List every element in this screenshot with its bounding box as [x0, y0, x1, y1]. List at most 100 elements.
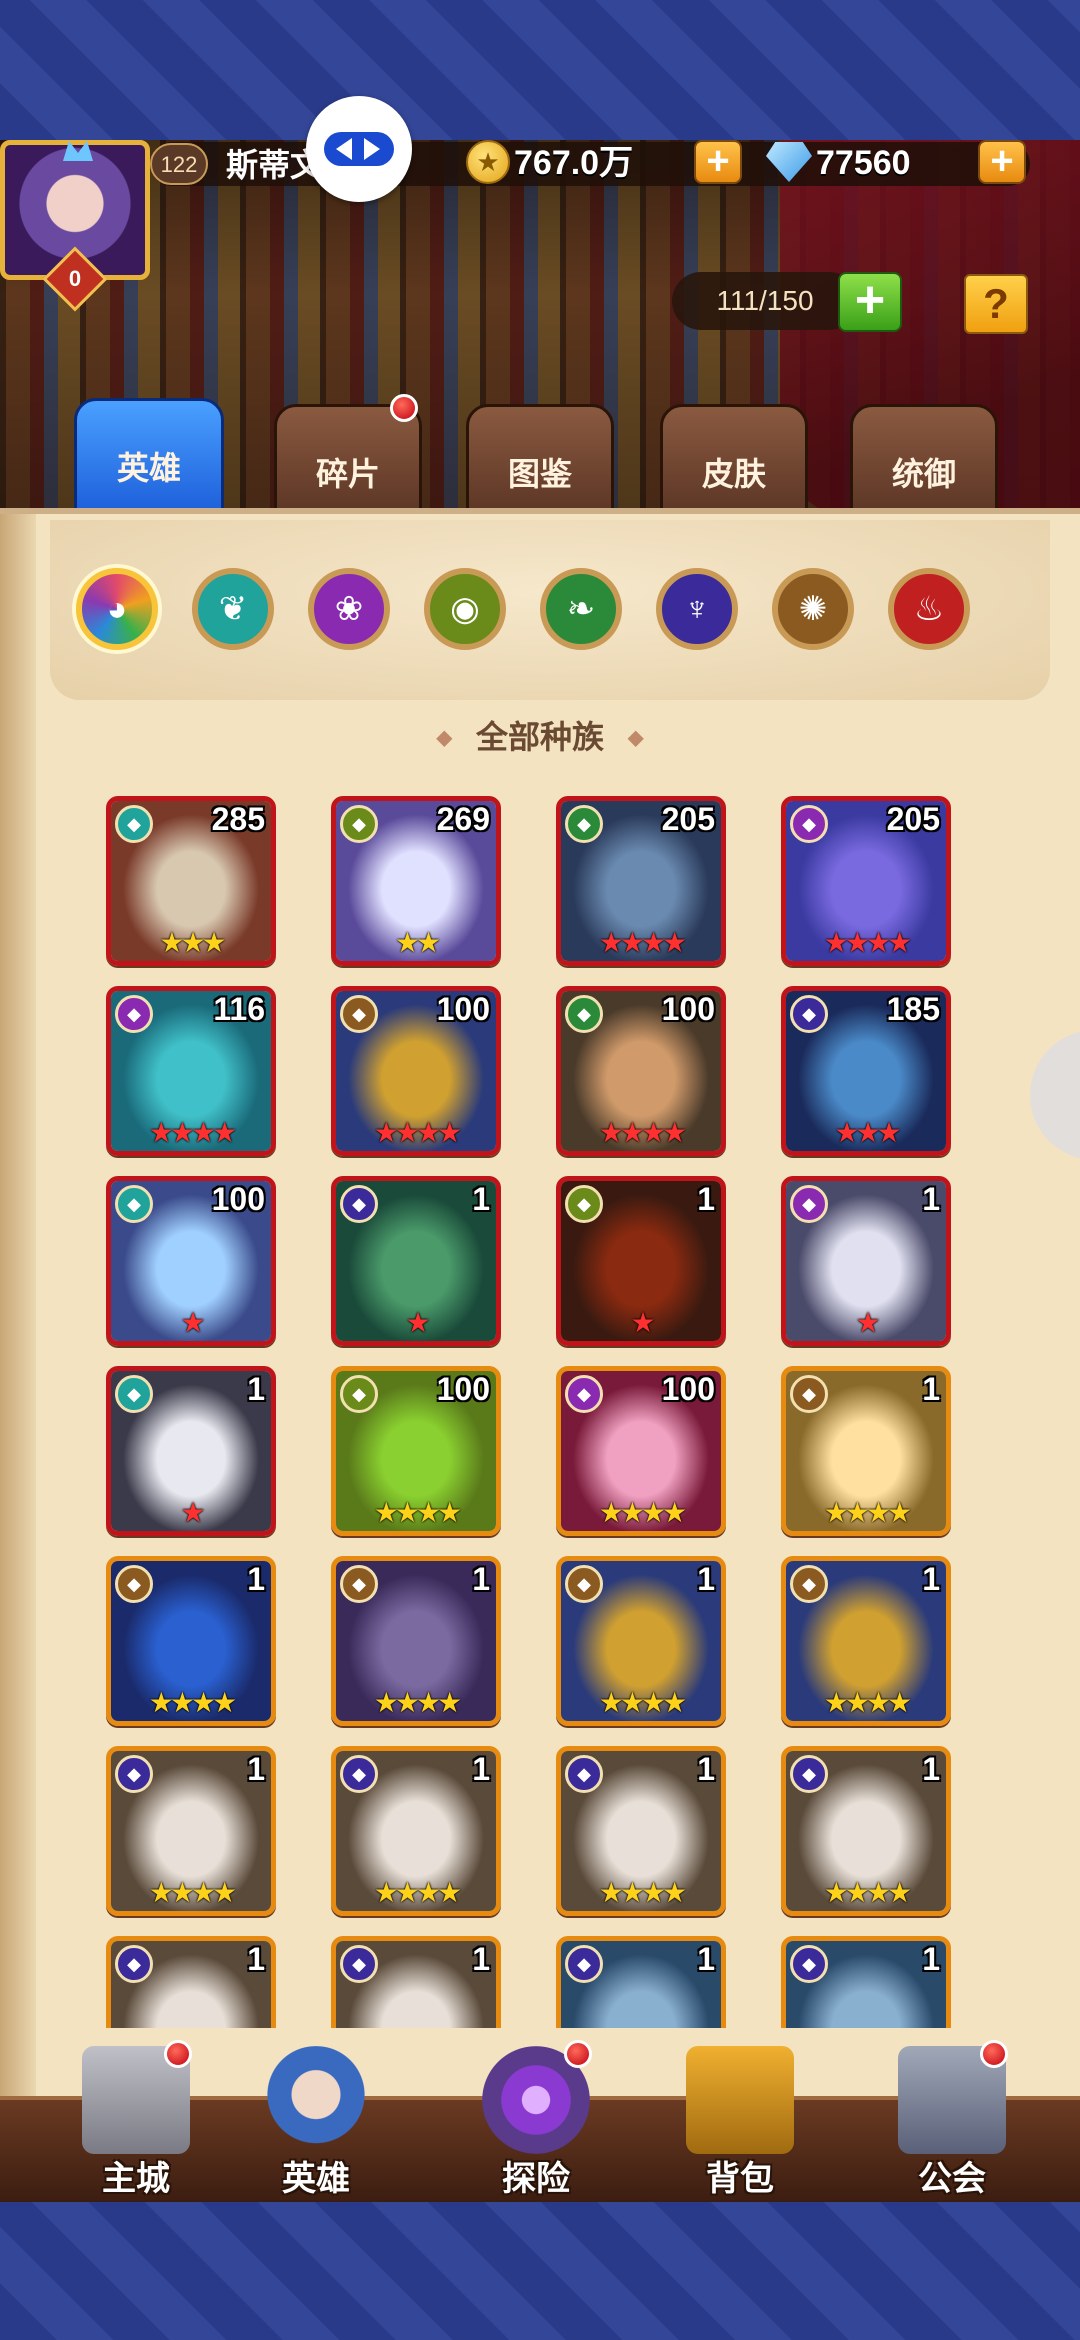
hero-stars: ★★★★: [823, 1687, 912, 1718]
nav-label: 公会: [918, 2160, 986, 2198]
nav-item-guild-tower[interactable]: 公会: [872, 2040, 1032, 2200]
hero-card[interactable]: ◆ 100 ★★★★: [556, 986, 726, 1156]
nav-label: 背包: [706, 2160, 774, 2198]
hero-stars: ★: [855, 1307, 880, 1338]
hero-card[interactable]: ◆ 1 ★: [106, 1366, 276, 1536]
nav-item-castle[interactable]: 主城: [56, 2040, 216, 2200]
hero-card[interactable]: ◆ 1 ★★★★: [781, 1366, 951, 1536]
hero-card[interactable]: ◆ 1 ★: [781, 1176, 951, 1346]
faction-badge-icon: ◆: [565, 1375, 603, 1413]
hero-card[interactable]: ◆ 1 ★★★★: [556, 1746, 726, 1916]
hero-level: 1: [472, 1941, 490, 1977]
hero-level: 1: [247, 1751, 265, 1787]
hero-level: 205: [661, 801, 715, 837]
hero-card[interactable]: ◆ 1: [331, 1936, 501, 2028]
notification-dot: [564, 2040, 592, 2068]
hero-stars: ★★★★: [598, 1877, 687, 1908]
faction-badge-icon: ◆: [115, 1375, 153, 1413]
faction-badge-icon: ◆: [340, 1185, 378, 1223]
hero-card[interactable]: ◆ 1 ★★★★: [331, 1746, 501, 1916]
faction-badge-icon: ◆: [340, 995, 378, 1033]
expand-capacity-button[interactable]: +: [838, 272, 902, 332]
faction-badge-icon: ◆: [565, 1755, 603, 1793]
hero-card[interactable]: ◆ 285 ★★★: [106, 796, 276, 966]
hero-card[interactable]: ◆ 1 ★★★★: [106, 1746, 276, 1916]
faction-badge-icon: ◆: [790, 995, 828, 1033]
hero-level: 1: [922, 1941, 940, 1977]
hero-card[interactable]: ◆ 1 ★★★★: [781, 1746, 951, 1916]
hero-card[interactable]: ◆ 205 ★★★★: [556, 796, 726, 966]
hero-stars: ★★★★: [823, 1877, 912, 1908]
hero-card[interactable]: ◆ 185 ★★★: [781, 986, 951, 1156]
screen-recorder-button[interactable]: [306, 96, 412, 202]
tab-command[interactable]: 统御: [850, 404, 998, 522]
hero-stars: ★★★★: [598, 1117, 687, 1148]
hero-card[interactable]: ◆ 269 ★★: [331, 796, 501, 966]
flame-icon[interactable]: ♨: [888, 568, 970, 650]
hero-card[interactable]: ◆ 100 ★★★★: [331, 1366, 501, 1536]
hero-level: 116: [213, 991, 265, 1027]
leaf-icon[interactable]: ❧: [540, 568, 622, 650]
nav-item-backpack[interactable]: 背包: [660, 2040, 820, 2200]
hero-card[interactable]: ◆ 205 ★★★★: [781, 796, 951, 966]
add-gold-button[interactable]: +: [694, 140, 742, 184]
faction-badge-icon: ◆: [115, 1755, 153, 1793]
hero-level: 1: [697, 1181, 715, 1217]
hero-stars: ★★★: [159, 927, 226, 958]
vip-level: 0: [68, 266, 82, 291]
tab-skins[interactable]: 皮肤: [660, 404, 808, 522]
gold-coin-icon: ★: [466, 140, 510, 184]
faction-badge-icon: ◆: [790, 1945, 828, 1983]
hero-level: 1: [472, 1181, 490, 1217]
hero-card[interactable]: ◆ 1 ★: [331, 1176, 501, 1346]
gem-amount: 77560: [816, 144, 911, 182]
hero-level: 100: [661, 1371, 715, 1407]
nav-label: 探险: [502, 2160, 570, 2198]
help-button[interactable]: ?: [964, 274, 1028, 334]
hero-card[interactable]: ◆ 1 ★★★★: [781, 1556, 951, 1726]
hero-card[interactable]: ◆ 100 ★★★★: [331, 986, 501, 1156]
lotus-icon[interactable]: ❀: [308, 568, 390, 650]
sun-icon[interactable]: ✺: [772, 568, 854, 650]
hero-card[interactable]: ◆ 1: [556, 1936, 726, 2028]
tab-fragments[interactable]: 碎片: [274, 404, 422, 522]
faction-badge-icon: ◆: [340, 1565, 378, 1603]
hero-stars: ★★★★: [373, 1117, 462, 1148]
hero-level: 185: [886, 991, 940, 1027]
tab-heroes[interactable]: 英雄: [74, 398, 224, 524]
hero-card[interactable]: ◆ 1: [781, 1936, 951, 2028]
hero-stars: ★: [180, 1497, 205, 1528]
wings-icon[interactable]: ❦: [192, 568, 274, 650]
hero-stars: ★★★★: [823, 1497, 912, 1528]
hero-card[interactable]: ◆ 1 ★★★★: [331, 1556, 501, 1726]
demon-icon[interactable]: ♆: [656, 568, 738, 650]
notification-dot: [164, 2040, 192, 2068]
hero-card[interactable]: ◆ 116 ★★★★: [106, 986, 276, 1156]
add-gems-button[interactable]: +: [978, 140, 1026, 184]
hero-level: 1: [472, 1751, 490, 1787]
hero-level: 1: [247, 1371, 265, 1407]
hero-level: 269: [436, 801, 490, 837]
faction-badge-icon: ◆: [565, 995, 603, 1033]
faction-badge-icon: ◆: [565, 1185, 603, 1223]
nav-item-hero-portrait[interactable]: 英雄: [236, 2040, 396, 2200]
hero-level: 1: [472, 1561, 490, 1597]
faction-badge-icon: ◆: [340, 1945, 378, 1983]
tab-collection[interactable]: 图鉴: [466, 404, 614, 522]
hero-card[interactable]: ◆ 100 ★: [106, 1176, 276, 1346]
hero-card[interactable]: ◆ 100 ★★★★: [556, 1366, 726, 1536]
crown-icon: [63, 141, 93, 161]
hero-grid: ◆ 285 ★★★ ◆ 269 ★★ ◆ 205 ★★★★ ◆ 205 ★★★★ ◆ 116 ★★★★ ◆ 10…: [106, 796, 952, 2028]
all-factions-icon[interactable]: ◕: [76, 568, 158, 650]
eye-icon[interactable]: ◉: [424, 568, 506, 650]
hero-card[interactable]: ◆ 1: [106, 1936, 276, 2028]
hero-card[interactable]: ◆ 1 ★★★★: [106, 1556, 276, 1726]
hero-level: 100: [436, 1371, 490, 1407]
hero-card[interactable]: ◆ 1 ★: [556, 1176, 726, 1346]
nav-item-portal[interactable]: 探险: [456, 2040, 616, 2200]
hero-stars: ★★★★: [823, 927, 912, 958]
hero-card[interactable]: ◆ 1 ★★★★: [556, 1556, 726, 1726]
faction-badge-icon: ◆: [790, 805, 828, 843]
faction-badge-icon: ◆: [790, 1565, 828, 1603]
hero-level: 100: [436, 991, 490, 1027]
